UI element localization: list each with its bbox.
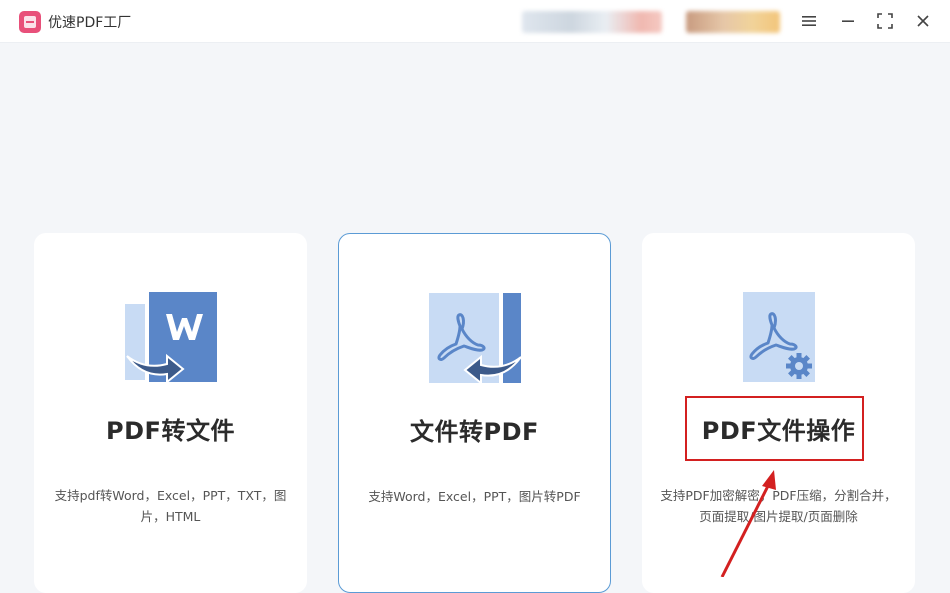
app-title: 优速PDF工厂 <box>48 15 132 31</box>
annotation-highlight-box <box>685 396 864 461</box>
pdf-convert-icon <box>428 293 521 385</box>
card-description: 支持Word，Excel，PPT，图片转PDF <box>368 489 581 504</box>
card-title: PDF转文件 <box>106 417 235 445</box>
close-button[interactable] <box>910 9 936 33</box>
close-icon <box>917 15 929 27</box>
minimize-button[interactable] <box>835 9 861 33</box>
card-title: 文件转PDF <box>410 418 539 446</box>
app-logo-icon <box>19 11 41 33</box>
menu-icon <box>802 16 816 26</box>
card-file-to-pdf[interactable]: 文件转PDF 支持Word，Excel，PPT，图片转PDF <box>338 233 611 593</box>
card-description: 支持pdf转Word，Excel，PPT，TXT，图片，HTML <box>54 488 287 524</box>
maximize-button[interactable] <box>872 9 898 33</box>
word-convert-icon <box>124 292 217 384</box>
blurred-user-info <box>522 11 662 33</box>
minimize-icon <box>842 20 854 22</box>
title-bar: 优速PDF工厂 <box>0 0 950 43</box>
card-pdf-to-file[interactable]: PDF转文件 支持pdf转Word，Excel，PPT，TXT，图片，HTML <box>34 233 307 593</box>
maximize-icon <box>877 13 893 29</box>
menu-button[interactable] <box>796 9 822 33</box>
blurred-account-badge[interactable] <box>686 11 780 33</box>
card-description: 支持PDF加密解密，PDF压缩，分割合并，页面提取/图片提取/页面删除 <box>660 488 897 524</box>
pdf-settings-icon <box>742 292 815 382</box>
